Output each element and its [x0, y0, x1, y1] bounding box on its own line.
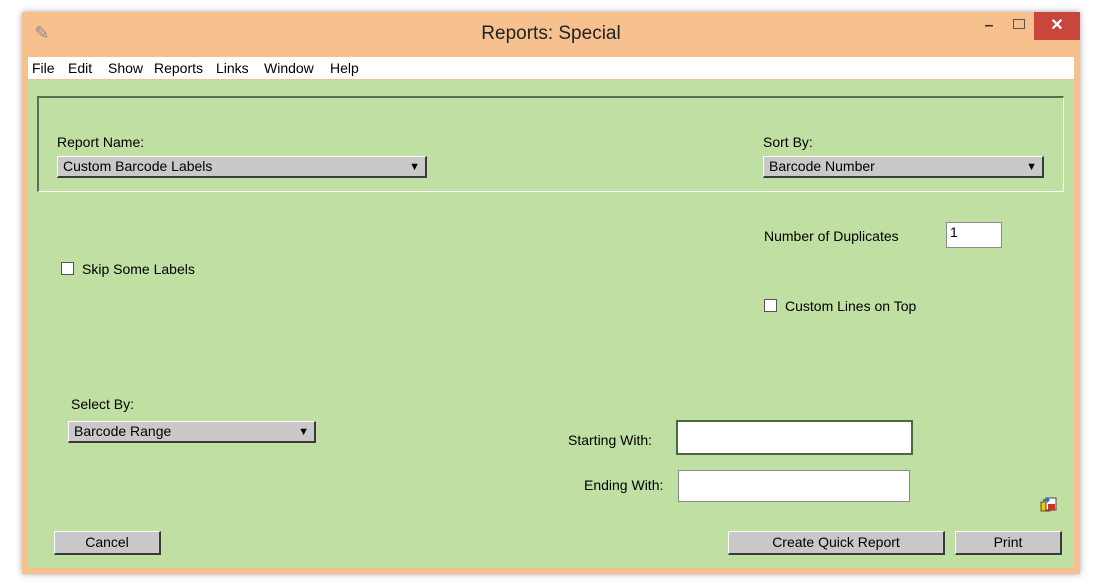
menu-links[interactable]: Links: [216, 60, 249, 76]
ending-with-input[interactable]: [678, 470, 910, 502]
sort-by-value: Barcode Number: [769, 158, 875, 174]
maximize-icon: [1013, 18, 1025, 29]
reports-special-window: ✎ Reports: Special – ✕ File Edit Show Re…: [22, 12, 1080, 574]
custom-lines-checkbox[interactable]: [764, 299, 777, 312]
maximize-button[interactable]: [1004, 12, 1034, 40]
menu-edit[interactable]: Edit: [68, 60, 92, 76]
chevron-down-icon: ▼: [409, 161, 420, 173]
minimize-button[interactable]: –: [974, 12, 1004, 40]
sort-by-dropdown[interactable]: Barcode Number ▼: [763, 156, 1044, 178]
chevron-down-icon: ▼: [298, 426, 309, 438]
menu-reports[interactable]: Reports: [154, 60, 203, 76]
select-by-value: Barcode Range: [74, 423, 172, 439]
menu-window[interactable]: Window: [264, 60, 314, 76]
select-by-label: Select By:: [71, 396, 135, 412]
window-title: Reports: Special: [481, 23, 621, 44]
content-panel: Report Name: Custom Barcode Labels ▼ Sor…: [28, 80, 1074, 568]
skip-labels-label: Skip Some Labels: [82, 261, 195, 277]
menu-bar: File Edit Show Reports Links Window Help: [28, 57, 1074, 79]
cancel-button[interactable]: Cancel: [54, 531, 161, 555]
menu-show[interactable]: Show: [108, 60, 143, 76]
report-name-label: Report Name:: [57, 134, 145, 150]
ending-with-label: Ending With:: [584, 477, 664, 493]
starting-with-label: Starting With:: [568, 432, 653, 448]
report-name-value: Custom Barcode Labels: [63, 158, 213, 174]
report-name-dropdown[interactable]: Custom Barcode Labels ▼: [57, 156, 427, 178]
sort-by-label: Sort By:: [763, 134, 813, 150]
duplicates-input[interactable]: 1: [946, 222, 1002, 248]
print-button[interactable]: Print: [955, 531, 1062, 555]
close-button[interactable]: ✕: [1034, 12, 1080, 40]
select-by-dropdown[interactable]: Barcode Range ▼: [68, 421, 316, 443]
report-group-frame: Report Name: Custom Barcode Labels ▼ Sor…: [37, 96, 1064, 192]
menu-help[interactable]: Help: [330, 60, 359, 76]
custom-lines-label: Custom Lines on Top: [785, 298, 917, 314]
menu-file[interactable]: File: [32, 60, 55, 76]
duplicates-label: Number of Duplicates: [764, 228, 899, 244]
starting-with-input[interactable]: [676, 420, 913, 455]
export-icon[interactable]: [1040, 496, 1058, 514]
chevron-down-icon: ▼: [1026, 161, 1037, 173]
create-quick-report-button[interactable]: Create Quick Report: [728, 531, 945, 555]
title-bar[interactable]: ✎ Reports: Special – ✕: [22, 12, 1080, 56]
skip-labels-checkbox[interactable]: [61, 262, 74, 275]
